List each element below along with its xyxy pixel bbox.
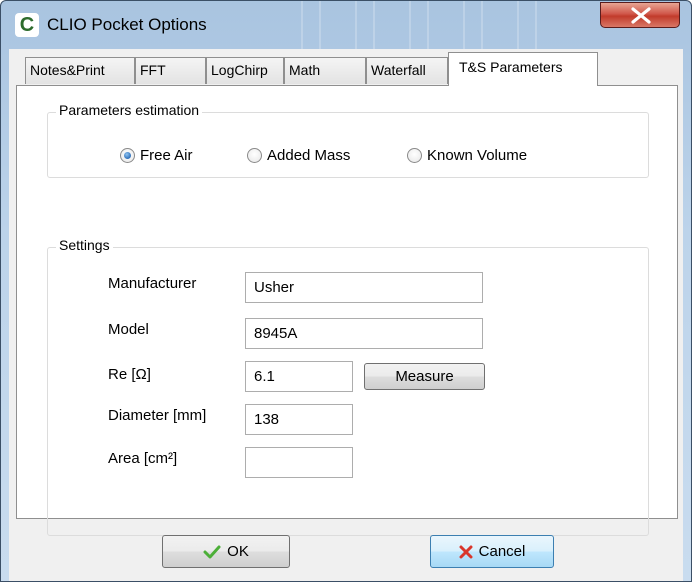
close-icon [631,7,651,24]
title-bar-stripe [301,1,303,49]
radio-free-air-label: Free Air [140,147,193,164]
model-label: Model [108,321,149,338]
title-bar-stripe [355,1,357,49]
radio-added-mass-indicator[interactable] [247,148,262,163]
area-label: Area [cm²] [108,450,178,467]
title-bar[interactable]: C CLIO Pocket Options [1,1,691,49]
tab-bar: Notes&Print FFT LogChirp Math Waterfall … [9,49,683,89]
ok-button[interactable]: OK [162,535,290,568]
ts-parameters-panel: Parameters estimation Free Air Added Mas… [16,85,678,536]
app-logo-icon: C [15,13,39,37]
cancel-button[interactable]: Cancel [430,535,554,568]
model-input[interactable] [245,318,483,349]
title-bar-stripe [319,1,321,49]
parameters-estimation-label: Parameters estimation [56,102,203,118]
diameter-input[interactable] [245,404,353,435]
dialog-client-area: Notes&Print FFT LogChirp Math Waterfall … [9,49,683,581]
tab-notes-print[interactable]: Notes&Print [25,57,135,84]
checkmark-icon [203,545,221,559]
radio-known-volume-indicator[interactable] [407,148,422,163]
tab-ts-parameters[interactable]: T&S Parameters [448,52,598,86]
title-bar-stripe [481,1,483,49]
radio-known-volume-label: Known Volume [427,147,528,164]
options-dialog: C CLIO Pocket Options Notes&Print FFT Lo… [0,0,692,582]
radio-added-mass-label: Added Mass [267,147,351,164]
re-input[interactable] [245,361,353,392]
manufacturer-input[interactable] [245,272,483,303]
title-bar-stripe [409,1,411,49]
title-bar-stripe [463,1,465,49]
area-input[interactable] [245,447,353,478]
title-bar-stripe [517,1,519,49]
tab-waterfall[interactable]: Waterfall [366,57,448,84]
manufacturer-label: Manufacturer [108,275,197,292]
title-bar-stripe [427,1,429,49]
tab-math[interactable]: Math [284,57,366,84]
tab-fft[interactable]: FFT [135,57,206,84]
radio-free-air[interactable]: Free Air [120,147,193,164]
radio-added-mass[interactable]: Added Mass [247,147,350,164]
tab-logchirp[interactable]: LogChirp [206,57,284,84]
settings-label: Settings [56,237,113,253]
radio-free-air-indicator[interactable] [120,148,135,163]
x-icon [459,545,473,559]
re-label: Re [Ω] [108,366,151,383]
diameter-label: Diameter [mm] [108,407,207,424]
radio-known-volume[interactable]: Known Volume [407,147,527,164]
title-bar-stripe [535,1,537,49]
parameters-estimation-group: Parameters estimation Free Air Added Mas… [47,102,649,178]
ok-button-label: OK [227,543,249,560]
window-title: CLIO Pocket Options [47,15,207,34]
close-button[interactable] [600,2,680,28]
measure-button[interactable]: Measure [364,363,485,390]
cancel-button-label: Cancel [478,543,526,560]
title-bar-stripe [373,1,375,49]
